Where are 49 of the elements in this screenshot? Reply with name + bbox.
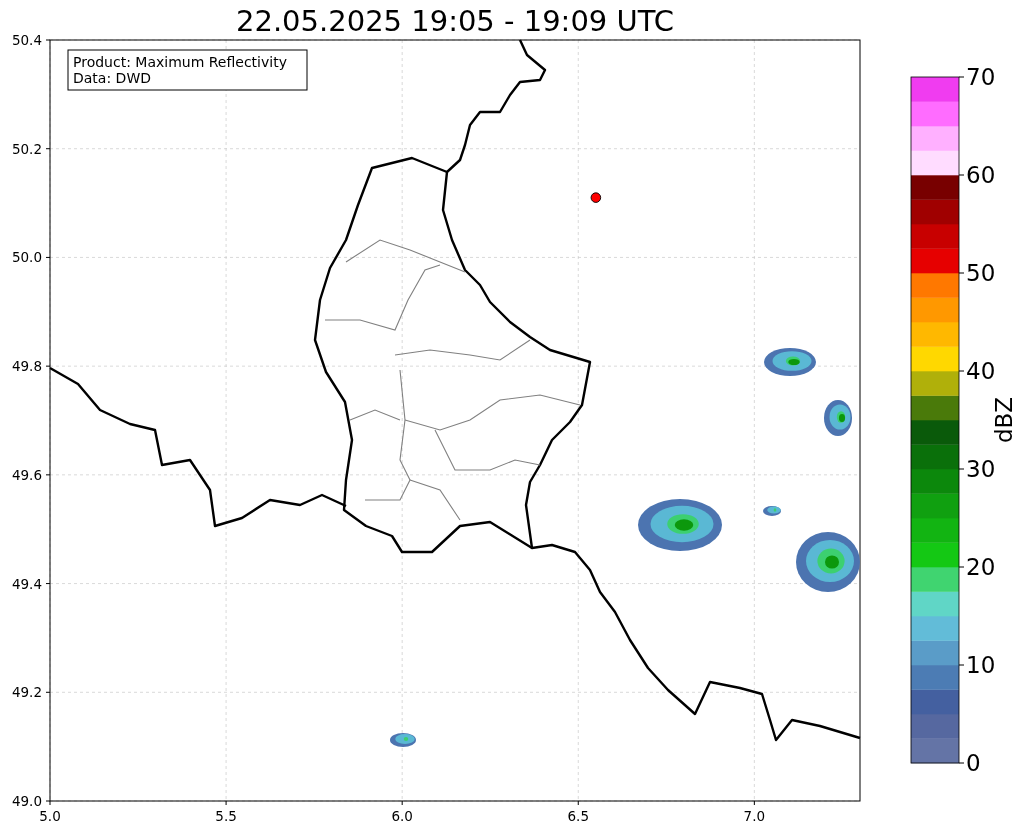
- radar-echo-drawing: [796, 532, 860, 592]
- colorbar-tick-label: 50: [966, 260, 996, 286]
- colorbar-label: dBZ: [991, 396, 1017, 444]
- x-tick-label: 6.5: [567, 808, 589, 824]
- tick-mark: [958, 468, 965, 470]
- y-tick-label: 49.2: [11, 684, 42, 701]
- tick-mark: [577, 800, 579, 806]
- tick-mark: [45, 583, 51, 585]
- radar-echo-drawing: [390, 733, 416, 747]
- tick-mark: [45, 256, 51, 258]
- tick-mark: [958, 272, 965, 274]
- colorbar-tick-label: 70: [966, 64, 996, 90]
- colorbar-tick-label: 30: [966, 456, 996, 482]
- tick-mark: [958, 762, 965, 764]
- x-tick-label: 6.0: [391, 808, 413, 824]
- y-tick-label: 50.0: [11, 249, 42, 266]
- tick-mark: [958, 566, 965, 568]
- x-tick-label: 5.5: [215, 808, 237, 824]
- tick-mark: [958, 76, 965, 78]
- tick-mark: [958, 370, 965, 372]
- colorbar-tick-label: 10: [966, 652, 996, 678]
- colorbar-tick-label: 20: [966, 554, 996, 580]
- radar-echo-drawing: [764, 348, 816, 376]
- radar-echo-drawing: [824, 400, 852, 436]
- colorbar-tick-label: 40: [966, 358, 996, 384]
- tick-mark: [958, 174, 965, 176]
- x-tick-label: 5.0: [39, 808, 61, 824]
- y-tick-label: 49.4: [11, 575, 42, 592]
- y-tick-label: 49.8: [11, 358, 42, 375]
- tick-mark: [45, 148, 51, 150]
- tick-mark: [45, 691, 51, 693]
- colorbar-tick-label: 60: [966, 162, 996, 188]
- y-tick-label: 49.6: [11, 466, 42, 483]
- tick-mark: [45, 365, 51, 367]
- y-tick-label: 50.4: [11, 32, 42, 48]
- y-tick-label: 50.2: [11, 140, 42, 157]
- chart-title: 22.05.2025 19:05 - 19:09 UTC: [236, 4, 674, 38]
- tick-mark: [45, 474, 51, 476]
- radar-echo-drawing: [763, 506, 781, 516]
- info-text: Data: DWD: [73, 70, 151, 86]
- x-tick-label: 7.0: [743, 808, 766, 824]
- tick-mark: [45, 39, 51, 41]
- tick-mark: [958, 664, 965, 666]
- info-text: Product: Maximum Reflectivity: [73, 54, 287, 70]
- tick-mark: [753, 800, 755, 806]
- tick-mark: [225, 800, 227, 806]
- colorbar-tick-label: 0: [966, 750, 981, 776]
- tick-mark: [401, 800, 403, 806]
- y-tick-label: 49.0: [11, 793, 42, 809]
